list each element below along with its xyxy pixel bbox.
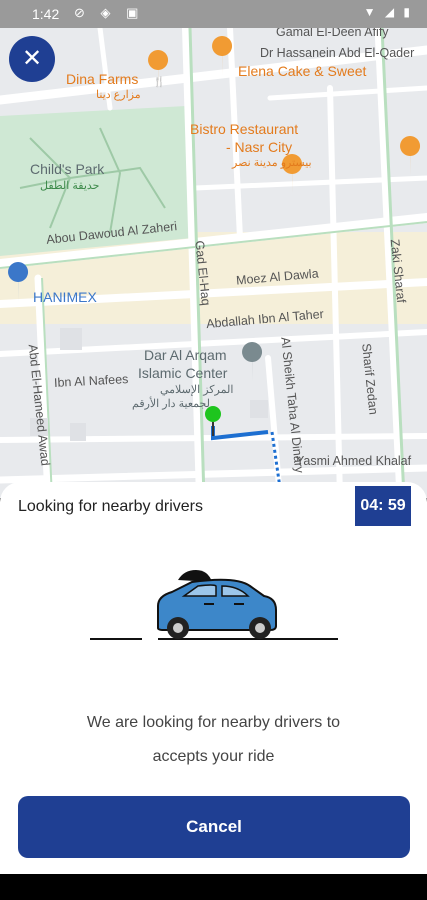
poi-childs-park[interactable]: Child's Park — [30, 161, 104, 177]
poi-bistro-line2[interactable]: - Nasr City — [226, 139, 292, 155]
poi-bistro-line1[interactable]: Bistro Restaurant — [190, 121, 298, 137]
street-label: Gamal El-Deen Afify — [276, 28, 389, 39]
navigation-bar — [0, 874, 427, 900]
system-icons: ▼ ◢ ▮ — [363, 5, 413, 19]
poi-mosque-arabic1: المركز الإسلامي — [160, 384, 234, 396]
status-time: 1:42 — [32, 6, 60, 22]
search-message-line2: accepts your ride — [152, 748, 275, 765]
close-button[interactable]: ✕ — [9, 36, 55, 82]
close-icon: ✕ — [21, 45, 43, 72]
notification-icons: ⊘ ◈ ▣ — [74, 5, 145, 20]
map-canvas: 🍴 — [0, 28, 427, 498]
street-label: Yasmi Ahmed Khalaf — [296, 454, 412, 468]
search-message-line1: We are looking for nearby drivers to — [86, 714, 341, 731]
poi-hanimex[interactable]: HANIMEX — [33, 289, 97, 305]
street-label: Dr Hassanein Abd El-Qader — [260, 46, 415, 60]
car-illustration — [90, 570, 338, 640]
status-bar: 1:42 ⊘ ◈ ▣ ▼ ◢ ▮ — [0, 0, 427, 28]
poi-dina-farms[interactable]: Dina Farms — [66, 71, 138, 87]
poi-bistro-arabic: بيسترو مدينة نصر — [232, 157, 312, 169]
poi-mosque-line2[interactable]: Islamic Center — [138, 365, 227, 381]
poi-mosque-arabic2: لجمعية دار الأرقم — [132, 398, 210, 410]
poi-mosque-line1[interactable]: Dar Al Arqam — [144, 347, 226, 363]
bottom-sheet: Looking for nearby drivers 04: 59 We are… — [0, 482, 427, 874]
poi-elena[interactable]: Elena Cake & Sweet — [238, 63, 366, 79]
svg-text:🍴: 🍴 — [153, 75, 165, 88]
countdown-timer: 04: 59 — [355, 486, 411, 526]
poi-dina-farms-arabic: مزارع دينا — [96, 89, 141, 101]
sheet-title: Looking for nearby drivers — [18, 498, 203, 515]
poi-childs-park-arabic: حديقة الطفل — [40, 180, 100, 192]
map-view[interactable]: 🍴 Gamal El-Deen Afify Dr Hassanein Abd E… — [0, 28, 427, 498]
cancel-button[interactable]: Cancel — [18, 796, 410, 858]
